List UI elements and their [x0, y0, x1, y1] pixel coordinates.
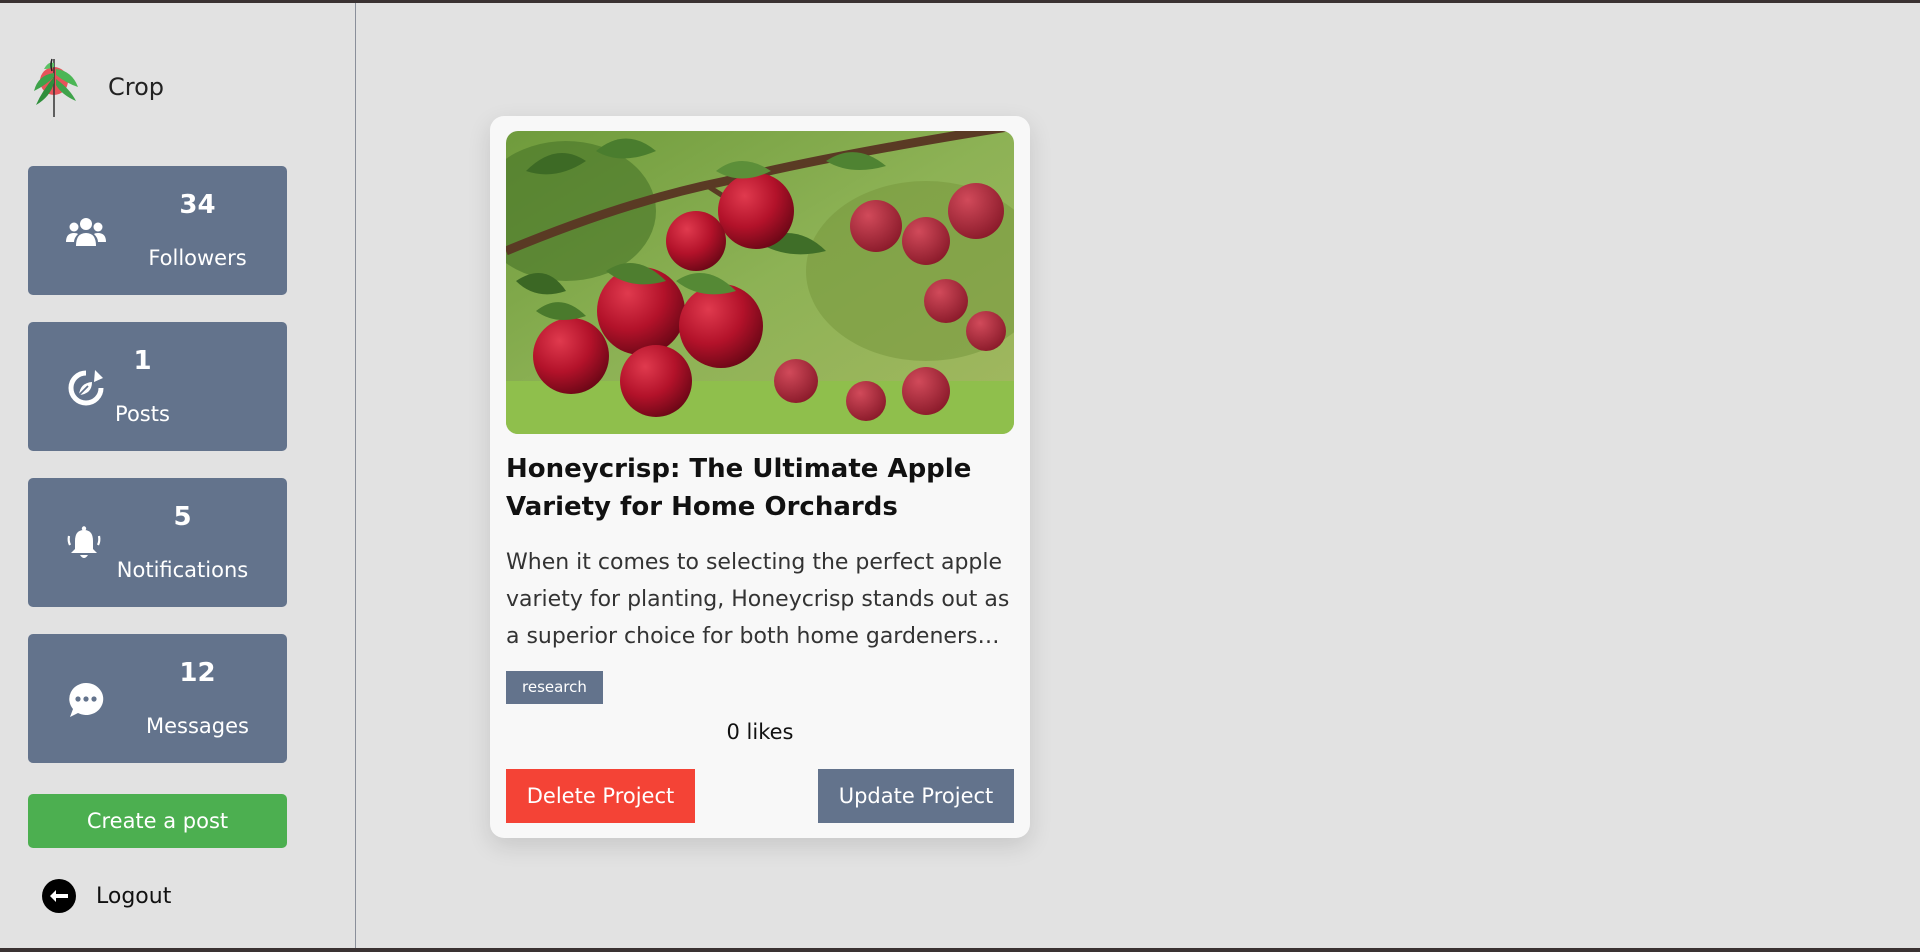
logout-arrow-icon: [42, 879, 76, 913]
apple-tree-illustration: [506, 131, 1014, 434]
bottom-border: [0, 948, 1920, 952]
posts-label: Posts: [115, 402, 170, 426]
post-description: When it comes to selecting the perfect a…: [506, 550, 1010, 649]
notifications-label: Notifications: [116, 558, 249, 582]
post-title[interactable]: Honeycrisp: The Ultimate Apple Variety f…: [506, 450, 1014, 526]
stat-card-notifications[interactable]: 5 Notifications: [28, 478, 287, 607]
messages-label: Messages: [146, 714, 249, 738]
followers-count: 34: [179, 190, 216, 220]
likes-count: 0 likes: [726, 720, 794, 744]
create-post-button[interactable]: Create a post: [28, 794, 287, 848]
chat-icon: [69, 682, 104, 717]
delete-project-button[interactable]: Delete Project: [506, 769, 695, 823]
stat-card-followers[interactable]: 34 Followers: [28, 166, 287, 295]
stat-card-posts[interactable]: 1 Posts: [28, 322, 287, 451]
brand[interactable]: Crop: [28, 55, 164, 119]
messages-count: 12: [179, 658, 216, 688]
post-image[interactable]: [506, 131, 1014, 434]
users-icon: [66, 218, 106, 246]
followers-label: Followers: [148, 246, 247, 270]
logout-label: Logout: [96, 883, 172, 909]
posts-count: 1: [133, 346, 152, 376]
logout-link[interactable]: Logout: [42, 878, 171, 914]
post-card: Honeycrisp: The Ultimate Apple Variety f…: [490, 116, 1030, 838]
post-tag[interactable]: research: [506, 671, 603, 704]
notifications-count: 5: [173, 502, 192, 532]
crop-logo-icon: [34, 58, 78, 117]
sidebar: Crop 34 Followers 1 Posts 5 Notification…: [0, 3, 356, 948]
update-project-button[interactable]: Update Project: [818, 769, 1014, 823]
brand-name: Crop: [108, 73, 165, 101]
stat-card-messages[interactable]: 12 Messages: [28, 634, 287, 763]
